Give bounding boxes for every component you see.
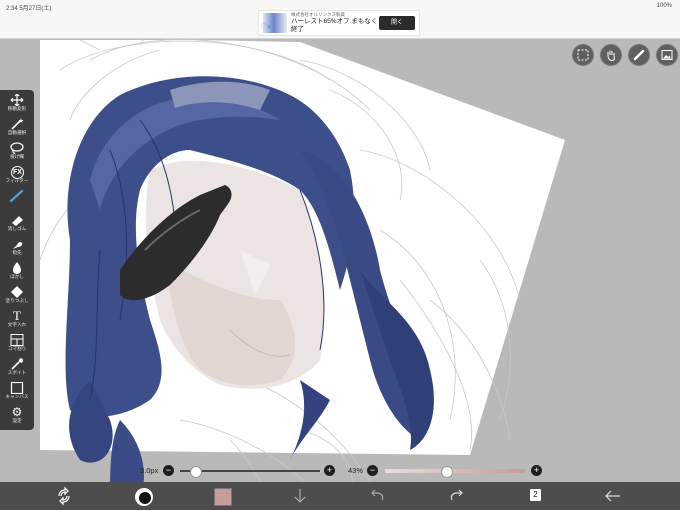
tool-label: 指先 (12, 250, 22, 255)
brush-size-slider[interactable] (180, 466, 320, 478)
tool-label: フィルター (5, 178, 29, 183)
bottom-bar: 2 (0, 482, 680, 510)
selection-button[interactable] (572, 44, 594, 66)
frame-divider-icon (10, 334, 24, 346)
info-icon[interactable]: ⓘ✕ (261, 25, 272, 31)
layers-count: 2 (530, 489, 541, 501)
brush-size-decrease-button[interactable]: − (163, 465, 174, 476)
droplet-icon (13, 262, 21, 274)
tool-label: キャンバス (5, 394, 29, 399)
ruler-button[interactable] (628, 44, 650, 66)
brush-preview-button[interactable] (133, 486, 157, 506)
move-arrows-icon (10, 94, 24, 106)
hand-button[interactable] (600, 44, 622, 66)
tool-eraser[interactable]: 消しゴム (0, 212, 34, 236)
canvas-icon (10, 382, 24, 394)
eraser-icon (12, 216, 23, 226)
tool-label: 投げ縄 (10, 154, 24, 159)
eyedropper-icon (11, 358, 24, 370)
magic-wand-icon (11, 118, 24, 130)
tool-eyedropper[interactable]: スポイト (0, 356, 34, 380)
app-screen: 2:34 5月27日(土) 100% ⓘ✕ 株式会社オルリンクス製薬 ハーレスト… (0, 0, 680, 510)
tool-label: 文字入れ (7, 322, 27, 327)
brush-preview-icon (135, 488, 153, 506)
finger-icon (13, 241, 23, 249)
tool-brush[interactable] (0, 188, 34, 212)
image-icon (661, 50, 673, 60)
tool-label: 移動変形 (7, 106, 27, 111)
ad-headline: ハーレスト65%オフ まもなく終了 (291, 18, 378, 33)
undo-icon (371, 489, 384, 501)
down-arrow-icon (294, 489, 306, 503)
back-button[interactable] (603, 486, 627, 506)
hand-icon (607, 50, 615, 61)
ad-banner[interactable]: ⓘ✕ 株式会社オルリンクス製薬 ハーレスト65%オフ まもなく終了 開く (258, 10, 420, 36)
tool-lasso[interactable]: 投げ縄 (0, 140, 34, 164)
opacity-slider[interactable] (385, 466, 525, 478)
color-swatch (214, 488, 232, 506)
tool-label: スポイト (7, 370, 27, 375)
back-arrow-icon (605, 490, 620, 502)
tool-settings[interactable]: ⚙ 設定 (0, 404, 34, 428)
selection-icon (577, 49, 589, 61)
tool-frame[interactable]: コマ割り (0, 332, 34, 356)
tool-label: 設定 (12, 418, 22, 423)
text-icon: T (13, 308, 21, 323)
redo-button[interactable] (446, 486, 470, 506)
undo-button[interactable] (368, 486, 392, 506)
tool-label: 消しゴム (7, 226, 27, 231)
tool-label: コマ割り (7, 346, 27, 351)
tool-text[interactable]: T 文字入れ (0, 308, 34, 332)
tool-canvas[interactable]: キャンバス (0, 380, 34, 404)
tool-move-transform[interactable]: 移動変形 (0, 92, 34, 116)
tool-blur[interactable]: ぼかし (0, 260, 34, 284)
slider-track (385, 469, 525, 473)
tool-fill[interactable]: 塗りつぶし (0, 284, 34, 308)
transform-rotate-icon (58, 486, 70, 506)
bucket-icon (11, 286, 23, 298)
tool-label: 塗りつぶし (5, 298, 29, 303)
download-button[interactable] (290, 486, 314, 506)
brush-icon (9, 190, 24, 202)
tool-label: ぼかし (10, 274, 24, 279)
brush-size-increase-button[interactable]: + (324, 465, 335, 476)
drawing-canvas[interactable] (0, 0, 680, 510)
status-time: 2:34 5月27日(土) (6, 6, 52, 12)
color-swatch-button[interactable] (212, 486, 236, 506)
layers-button[interactable]: 2 (525, 486, 549, 506)
tool-smudge[interactable]: 指先 (0, 236, 34, 260)
redo-icon (450, 489, 463, 501)
brush-size-value: 3.0px (140, 466, 159, 475)
gear-icon: ⚙ (11, 405, 23, 419)
tool-label: 自動選択 (7, 130, 27, 135)
slider-knob[interactable] (440, 466, 453, 478)
tool-filter[interactable]: FX フィルター (0, 164, 34, 188)
battery-level: 100% (656, 3, 672, 9)
opacity-value: 43% (348, 466, 364, 475)
transform-button[interactable] (54, 486, 78, 506)
opacity-decrease-button[interactable]: − (367, 465, 378, 476)
opacity-increase-button[interactable]: + (531, 465, 542, 476)
tool-palette: 移動変形 自動選択 投げ縄 FX フィルター 消しゴム 指先 ぼかし 塗りつぶし… (0, 90, 34, 430)
ad-open-button[interactable]: 開く (379, 16, 415, 30)
lasso-icon (10, 142, 24, 154)
material-button[interactable] (656, 44, 678, 66)
ruler-icon (633, 49, 645, 61)
tool-auto-select[interactable]: 自動選択 (0, 116, 34, 140)
